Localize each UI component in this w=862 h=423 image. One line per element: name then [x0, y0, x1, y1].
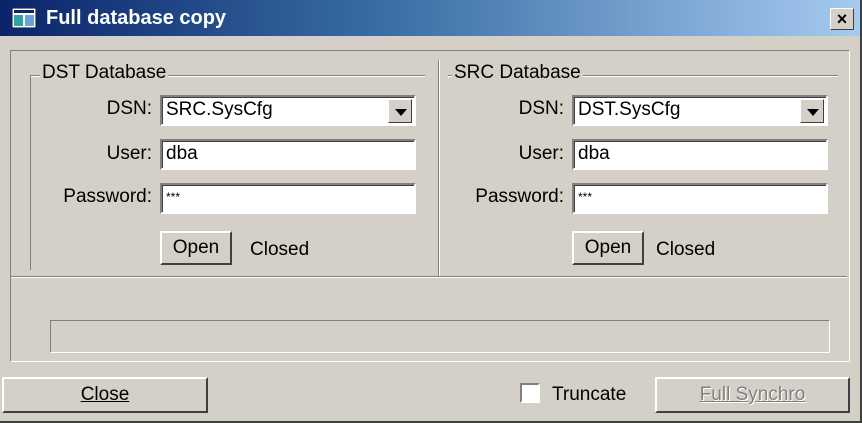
dst-dsn-label: DSN: — [106, 98, 152, 119]
dst-password-field[interactable]: *** — [160, 183, 416, 214]
dst-dsn-select[interactable]: SRC.SysCfg — [160, 95, 416, 126]
src-dsn-select[interactable]: DST.SysCfg — [572, 95, 828, 126]
src-password-label: Password: — [475, 186, 564, 207]
dst-group-legend: DST Database — [40, 62, 169, 84]
app-icon — [11, 7, 37, 29]
dst-open-label: Open — [172, 237, 220, 258]
dst-user-label: User: — [106, 143, 152, 164]
dst-password-label: Password: — [63, 186, 152, 207]
truncate-label[interactable]: Truncate — [552, 384, 626, 406]
src-password-field[interactable]: *** — [572, 183, 828, 214]
vertical-divider — [438, 60, 440, 276]
chevron-down-icon[interactable] — [388, 99, 412, 123]
dst-status-text: Closed — [250, 239, 310, 260]
src-user-value: dba — [578, 143, 610, 164]
src-password-value: *** — [578, 190, 593, 204]
chevron-down-icon[interactable] — [800, 99, 824, 123]
full-synchro-label: Full Synchro — [699, 384, 806, 405]
src-user-field[interactable]: dba — [572, 139, 828, 170]
dst-user-field[interactable]: dba — [160, 139, 416, 170]
close-button-label: Close — [80, 384, 130, 405]
src-open-button[interactable]: Open — [572, 231, 644, 265]
dst-password-value: *** — [166, 190, 181, 204]
dialog-window: Full database copy × DST Database DSN: S… — [0, 0, 862, 423]
src-dsn-value: DST.SysCfg — [578, 99, 681, 120]
close-button[interactable]: Close — [2, 377, 208, 413]
src-open-label: Open — [584, 237, 632, 258]
dst-dsn-value: SRC.SysCfg — [166, 99, 273, 120]
full-synchro-button[interactable]: Full Synchro — [655, 377, 850, 413]
src-dsn-label: DSN: — [518, 98, 564, 119]
title-bar[interactable]: Full database copy × — [0, 0, 860, 36]
src-status-text: Closed — [656, 239, 716, 260]
src-group-legend: SRC Database — [452, 62, 583, 84]
progress-bar — [50, 320, 830, 353]
close-window-button[interactable]: × — [830, 8, 854, 30]
dst-open-button[interactable]: Open — [160, 231, 232, 265]
truncate-checkbox[interactable] — [520, 383, 540, 403]
horizontal-divider — [11, 276, 847, 278]
close-icon: × — [836, 9, 848, 29]
window-title: Full database copy — [46, 7, 227, 29]
src-user-label: User: — [518, 143, 564, 164]
dst-user-value: dba — [166, 143, 198, 164]
dst-group-frame-left — [30, 75, 31, 270]
